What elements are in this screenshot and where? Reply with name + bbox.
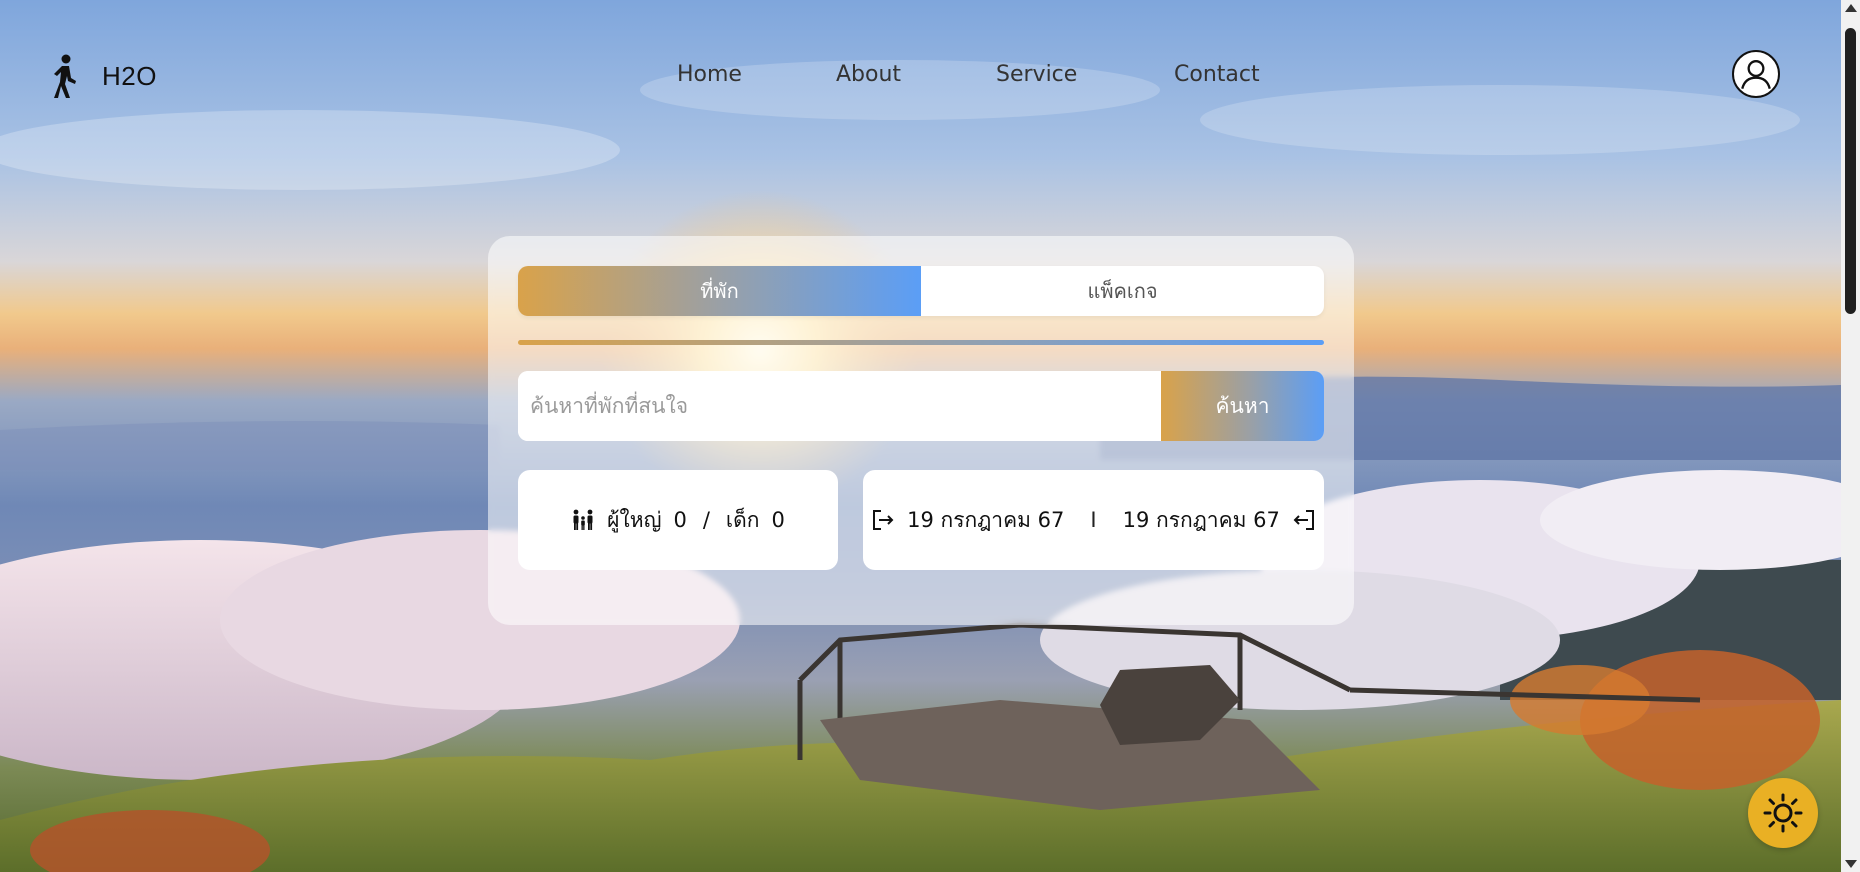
checkout-date: 19 กรกฎาคม 67 <box>1122 507 1280 532</box>
main-navigation: Home About Service Contact <box>0 62 1841 92</box>
family-icon <box>571 508 595 532</box>
nav-contact-link[interactable]: Contact <box>1174 62 1260 87</box>
checkin-arrow-icon <box>871 508 895 532</box>
nav-about-link[interactable]: About <box>836 62 901 87</box>
checkout-arrow-icon <box>1292 508 1316 532</box>
page-scrollbar[interactable] <box>1841 0 1860 872</box>
guest-selector[interactable]: ผู้ใหญ่ 0 / เด็ก 0 <box>518 470 838 570</box>
user-profile-icon <box>1741 60 1771 89</box>
date-range-selector[interactable]: 19 กรกฎาคม 67 I 19 กรกฎาคม 67 <box>863 470 1324 570</box>
nav-service-link[interactable]: Service <box>996 62 1077 87</box>
tab-accommodation[interactable]: ที่พัก <box>518 266 921 316</box>
date-separator: I <box>1090 508 1097 532</box>
nav-home-link[interactable]: Home <box>677 62 742 87</box>
scroll-up-arrow-icon[interactable] <box>1845 4 1857 12</box>
search-tabs: ที่พัก แพ็คเกจ <box>518 266 1324 316</box>
scroll-down-arrow-icon[interactable] <box>1845 860 1857 868</box>
tab-package[interactable]: แพ็คเกจ <box>921 266 1324 316</box>
adults-count: 0 <box>673 508 687 532</box>
search-input[interactable] <box>518 371 1161 441</box>
children-count: 0 <box>771 508 785 532</box>
adults-label: ผู้ใหญ่ <box>607 507 662 532</box>
sun-icon <box>1763 793 1803 833</box>
search-bar: ค้นหา <box>518 371 1324 441</box>
tab-underline-divider <box>518 340 1324 345</box>
guest-separator: / <box>702 508 710 532</box>
theme-toggle-button[interactable] <box>1748 778 1818 848</box>
scrollbar-thumb[interactable] <box>1845 28 1856 314</box>
children-label: เด็ก <box>725 507 760 532</box>
search-card: ที่พัก แพ็คเกจ ค้นหา ผู้ใหญ่ 0 <box>488 236 1354 625</box>
search-button[interactable]: ค้นหา <box>1161 371 1324 441</box>
checkin-date: 19 กรกฎาคม 67 <box>907 507 1065 532</box>
profile-button[interactable] <box>1732 50 1780 98</box>
